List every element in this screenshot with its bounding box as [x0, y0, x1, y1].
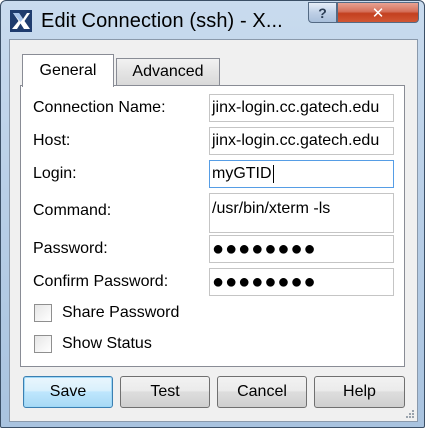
connection-name-field[interactable]: jinx-login.cc.gatech.edu: [209, 94, 394, 122]
show-status-checkbox[interactable]: [34, 335, 52, 353]
dialog-window: Edit Connection (ssh) - X... ? ✕ General…: [0, 0, 425, 428]
title-help-button[interactable]: ?: [308, 2, 337, 23]
title-close-button[interactable]: ✕: [337, 2, 419, 23]
resize-grip-icon[interactable]: [405, 409, 415, 419]
dialog-body: General Advanced Connection Name: jinx-l…: [9, 39, 418, 422]
test-button[interactable]: Test: [120, 376, 210, 408]
help-button[interactable]: Help: [314, 376, 405, 408]
tab-advanced-label: Advanced: [132, 63, 204, 80]
title-bar[interactable]: Edit Connection (ssh) - X... ? ✕: [1, 1, 424, 39]
login-value: myGTID: [212, 165, 272, 182]
text-caret: [272, 165, 274, 183]
host-field[interactable]: jinx-login.cc.gatech.edu: [209, 127, 394, 155]
save-button[interactable]: Save: [23, 376, 113, 408]
confirm-password-field[interactable]: ●●●●●●●●: [209, 268, 394, 296]
app-x-icon: [10, 10, 32, 32]
cancel-button[interactable]: Cancel: [217, 376, 307, 408]
host-label: Host:: [33, 132, 71, 149]
share-password-label[interactable]: Share Password: [62, 304, 179, 322]
login-label: Login:: [33, 165, 77, 182]
host-value: jinx-login.cc.gatech.edu: [212, 132, 380, 149]
connection-name-value: jinx-login.cc.gatech.edu: [212, 99, 380, 116]
question-icon: ?: [318, 4, 327, 21]
command-field[interactable]: /usr/bin/xterm -ls: [209, 193, 394, 233]
command-value: /usr/bin/xterm -ls: [212, 200, 331, 217]
tab-advanced[interactable]: Advanced: [116, 58, 220, 85]
window-title: Edit Connection (ssh) - X...: [41, 10, 283, 32]
general-tab-panel: Connection Name: jinx-login.cc.gatech.ed…: [20, 85, 405, 367]
close-icon: ✕: [371, 4, 385, 22]
command-label: Command:: [33, 202, 112, 219]
confirm-password-label: Confirm Password:: [33, 273, 169, 290]
share-password-checkbox[interactable]: [34, 304, 52, 322]
connection-name-label: Connection Name:: [33, 99, 166, 116]
tab-general-label: General: [39, 62, 97, 79]
tab-general[interactable]: General: [22, 54, 114, 87]
show-status-label[interactable]: Show Status: [62, 335, 152, 353]
login-field[interactable]: myGTID: [209, 160, 394, 188]
confirm-password-value: ●●●●●●●●: [212, 271, 317, 293]
password-label: Password:: [33, 240, 108, 257]
password-field[interactable]: ●●●●●●●●: [209, 235, 394, 263]
password-value: ●●●●●●●●: [212, 238, 317, 260]
